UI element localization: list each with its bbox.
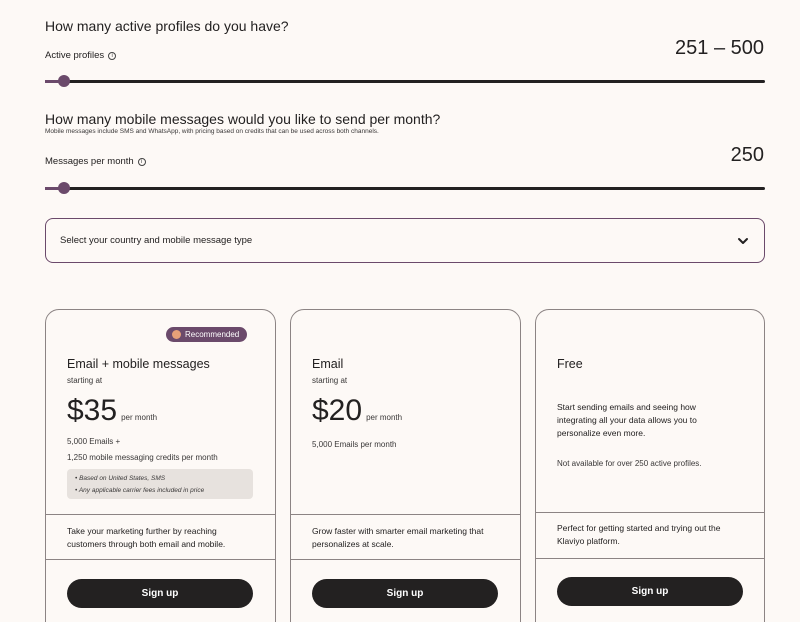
messages-value: 250: [730, 144, 764, 166]
plan-price-amount: $35: [67, 394, 118, 427]
messages-per-month-label-text: Messages per month: [45, 156, 134, 167]
plan-title: Email: [312, 357, 344, 371]
messages-slider-track[interactable]: [45, 187, 765, 190]
active-profiles-label: Active profiles i: [45, 50, 117, 61]
plan-title: Free: [557, 357, 583, 371]
divider: [291, 559, 520, 560]
sign-up-button[interactable]: Sign up: [312, 579, 498, 608]
plan-description: Take your marketing further by reaching …: [67, 526, 226, 549]
plan-price-amount: $20: [312, 394, 363, 427]
plan-price: $20 per month: [312, 394, 402, 428]
messages-subtext: Mobile messages include SMS and WhatsApp…: [45, 128, 379, 135]
info-icon[interactable]: i: [108, 51, 117, 60]
divider: [291, 514, 520, 515]
plan-detail-credits: 1,250 mobile messaging credits per month: [67, 453, 218, 462]
plan-price-period: per month: [121, 413, 158, 422]
messages-question: How many mobile messages would you like …: [45, 111, 441, 127]
plan-detail-emails: 5,000 Emails +: [67, 437, 121, 446]
messages-slider[interactable]: [45, 182, 765, 196]
starting-at-label: starting at: [312, 376, 348, 385]
profiles-question: How many active profiles do you have?: [45, 18, 289, 34]
info-icon[interactable]: i: [137, 157, 146, 166]
thumbs-up-icon: [172, 330, 181, 339]
plan-description: Grow faster with smarter email marketing…: [312, 526, 484, 549]
plan-description: Perfect for getting started and trying o…: [557, 523, 721, 546]
divider: [46, 559, 275, 560]
country-message-type-select[interactable]: Select your country and mobile message t…: [45, 218, 765, 263]
plan-price-period: per month: [366, 413, 403, 422]
chevron-down-icon[interactable]: [736, 234, 750, 248]
plan-card-email: Email starting at $20 per month 5,000 Em…: [290, 309, 521, 622]
messages-slider-thumb[interactable]: [58, 182, 70, 194]
profiles-slider-track[interactable]: [45, 80, 765, 83]
divider: [46, 514, 275, 515]
recommended-badge-label: Recommended: [185, 330, 240, 339]
plan-price: $35 per month: [67, 394, 157, 428]
pricing-note-region: • Based on United States, SMS: [75, 475, 166, 482]
profiles-slider[interactable]: [45, 75, 765, 89]
country-select-placeholder: Select your country and mobile message t…: [60, 235, 253, 246]
plan-detail-emails: 5,000 Emails per month: [312, 440, 397, 449]
pricing-note-box: • Based on United States, SMS • Any appl…: [67, 469, 253, 499]
profiles-slider-thumb[interactable]: [58, 75, 70, 87]
sign-up-button[interactable]: Sign up: [67, 579, 253, 608]
messages-per-month-label: Messages per month i: [45, 156, 146, 167]
plan-availability-note: Not available for over 250 active profil…: [557, 459, 702, 468]
profiles-value: 251 – 500: [675, 37, 764, 59]
sign-up-button[interactable]: Sign up: [557, 577, 743, 606]
divider: [536, 558, 764, 559]
pricing-note-fees: • Any applicable carrier fees included i…: [75, 487, 205, 494]
plan-card-email-mobile: Recommended Email + mobile messages star…: [45, 309, 276, 622]
active-profiles-label-text: Active profiles: [45, 50, 105, 61]
divider: [536, 512, 764, 513]
plan-card-free: Free Start sending emails and seeing how…: [535, 309, 765, 622]
plan-body: Start sending emails and seeing how inte…: [557, 402, 697, 438]
plan-title: Email + mobile messages: [67, 357, 210, 371]
recommended-badge: Recommended: [166, 327, 248, 342]
starting-at-label: starting at: [67, 376, 103, 385]
